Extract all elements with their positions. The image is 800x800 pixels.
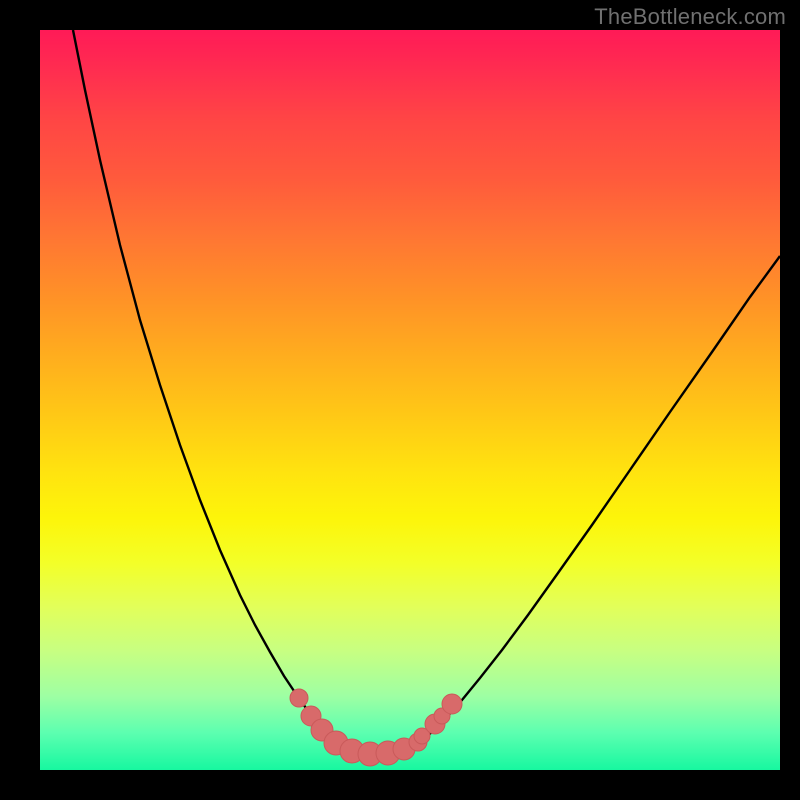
chart-frame: TheBottleneck.com xyxy=(0,0,800,800)
curve-svg xyxy=(40,30,780,770)
valley-markers xyxy=(290,689,462,766)
plot-area xyxy=(40,30,780,770)
bottleneck-curve-left xyxy=(73,30,340,745)
watermark-text: TheBottleneck.com xyxy=(594,4,786,30)
bottleneck-curve-right xyxy=(410,256,780,748)
valley-marker xyxy=(442,694,462,714)
valley-marker xyxy=(290,689,308,707)
